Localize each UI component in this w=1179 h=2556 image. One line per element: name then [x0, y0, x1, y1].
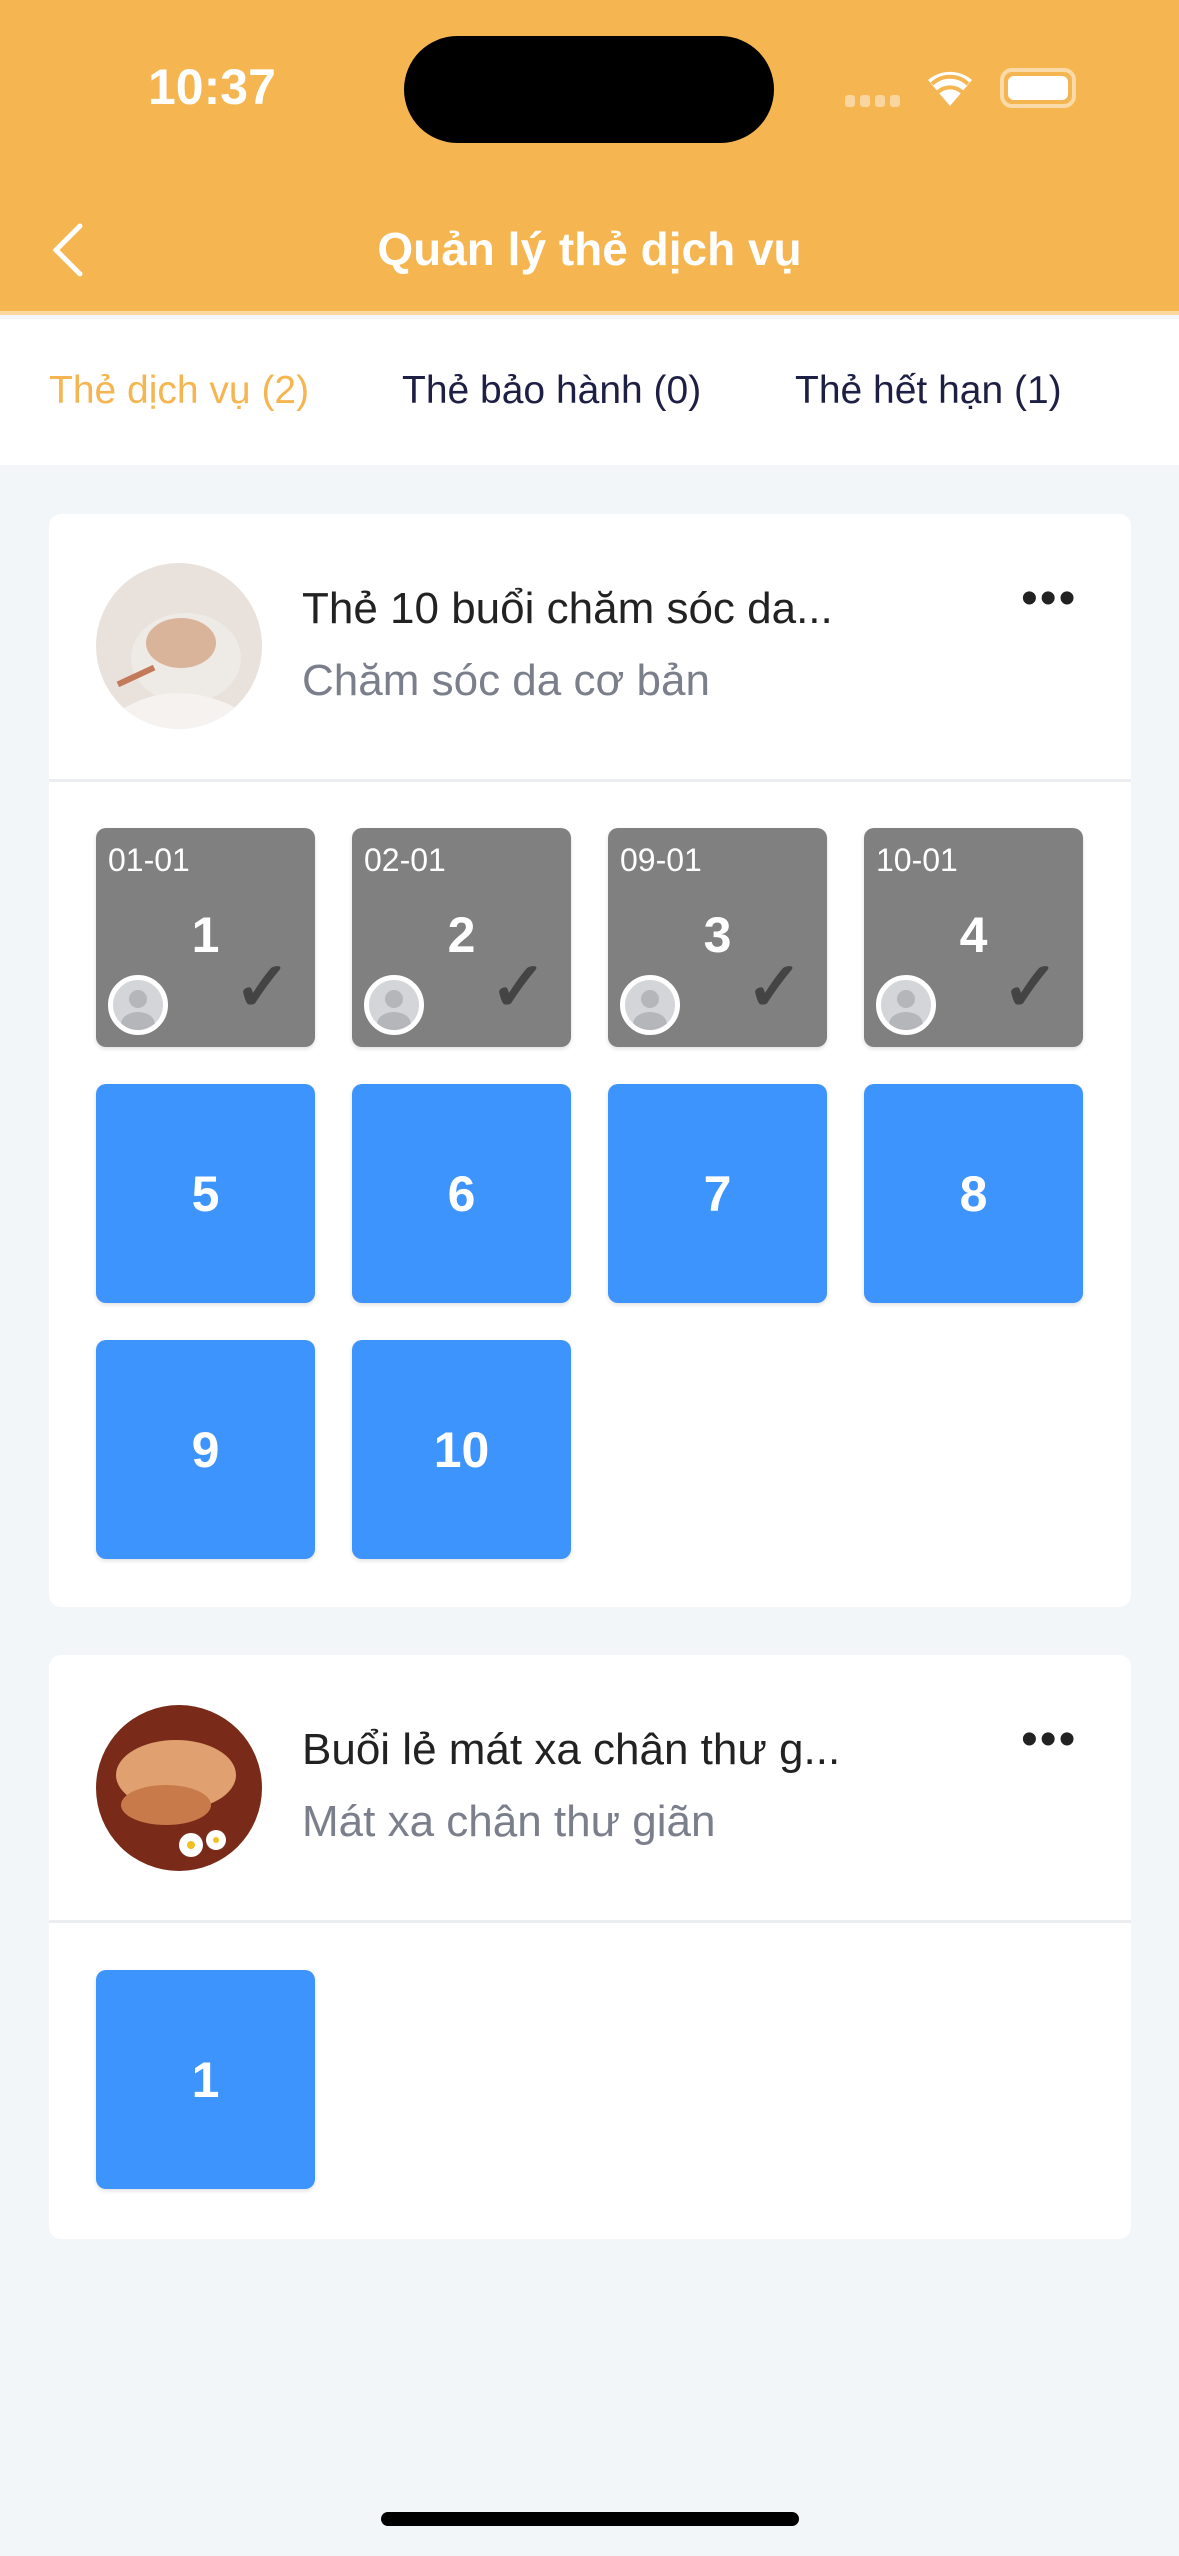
wifi-icon	[928, 71, 972, 106]
home-indicator[interactable]	[381, 2512, 799, 2526]
session-tile[interactable]: 8	[864, 1084, 1083, 1303]
session-tile[interactable]: 02-01 2 ✓	[352, 828, 571, 1047]
page-title: Quản lý thẻ dịch vụ	[377, 223, 802, 275]
card-title: Thẻ 10 buổi chăm sóc da...	[302, 584, 833, 633]
checkmark-icon: ✓	[234, 949, 291, 1025]
session-number: 8	[959, 1165, 988, 1222]
card-subtitle: Mát xa chân thư giãn	[302, 1797, 716, 1846]
checkmark-icon: ✓	[490, 949, 547, 1025]
session-number: 10	[433, 1421, 490, 1478]
divider	[49, 1920, 1131, 1923]
session-tile[interactable]: 09-01 3 ✓	[608, 828, 827, 1047]
session-tile[interactable]: 01-01 1 ✓	[96, 828, 315, 1047]
user-avatar-icon	[876, 975, 936, 1035]
session-number: 6	[447, 1165, 476, 1222]
service-image	[96, 563, 262, 729]
session-tile[interactable]: 5	[96, 1084, 315, 1303]
more-options-button[interactable]: •••	[1021, 575, 1077, 623]
session-number: 9	[191, 1421, 220, 1478]
dynamic-island	[404, 36, 774, 143]
user-avatar-icon	[108, 975, 168, 1035]
session-tile[interactable]: 9	[96, 1340, 315, 1559]
session-tile[interactable]: 10-01 4 ✓	[864, 828, 1083, 1047]
card-title: Buổi lẻ mát xa chân thư g...	[302, 1725, 841, 1774]
session-number: 5	[191, 1165, 220, 1222]
session-tile[interactable]: 6	[352, 1084, 571, 1303]
tab-warranty-cards[interactable]: Thẻ bảo hành (0)	[402, 369, 701, 413]
user-avatar-icon	[620, 975, 680, 1035]
session-date: 09-01	[620, 842, 702, 878]
service-card[interactable]: Thẻ 10 buổi chăm sóc da... Chăm sóc da c…	[49, 514, 1131, 1607]
session-date: 10-01	[876, 842, 958, 878]
divider	[49, 779, 1131, 782]
more-options-button[interactable]: •••	[1021, 1716, 1077, 1764]
user-avatar-icon	[364, 975, 424, 1035]
session-tile[interactable]: 7	[608, 1084, 827, 1303]
app-header: 10:37 Quản lý thẻ dịch vụ	[0, 0, 1179, 315]
service-image	[96, 1705, 262, 1871]
session-number: 1	[191, 2051, 220, 2108]
checkmark-icon: ✓	[746, 949, 803, 1025]
battery-icon	[1000, 68, 1076, 108]
checkmark-icon: ✓	[1002, 949, 1059, 1025]
session-date: 01-01	[108, 842, 190, 878]
session-tile[interactable]: 10	[352, 1340, 571, 1559]
tab-service-cards[interactable]: Thẻ dịch vụ (2)	[49, 369, 309, 413]
card-subtitle: Chăm sóc da cơ bản	[302, 656, 710, 705]
tab-bar: Thẻ dịch vụ (2) Thẻ bảo hành (0) Thẻ hết…	[0, 319, 1179, 465]
session-date: 02-01	[364, 842, 446, 878]
tab-expired-cards[interactable]: Thẻ hết hạn (1)	[795, 369, 1062, 413]
session-tile[interactable]: 1	[96, 1970, 315, 2189]
cellular-signal-icon	[845, 95, 900, 107]
session-number: 7	[703, 1165, 732, 1222]
status-time: 10:37	[148, 59, 276, 115]
service-card[interactable]: Buổi lẻ mát xa chân thư g... Mát xa chân…	[49, 1655, 1131, 2239]
